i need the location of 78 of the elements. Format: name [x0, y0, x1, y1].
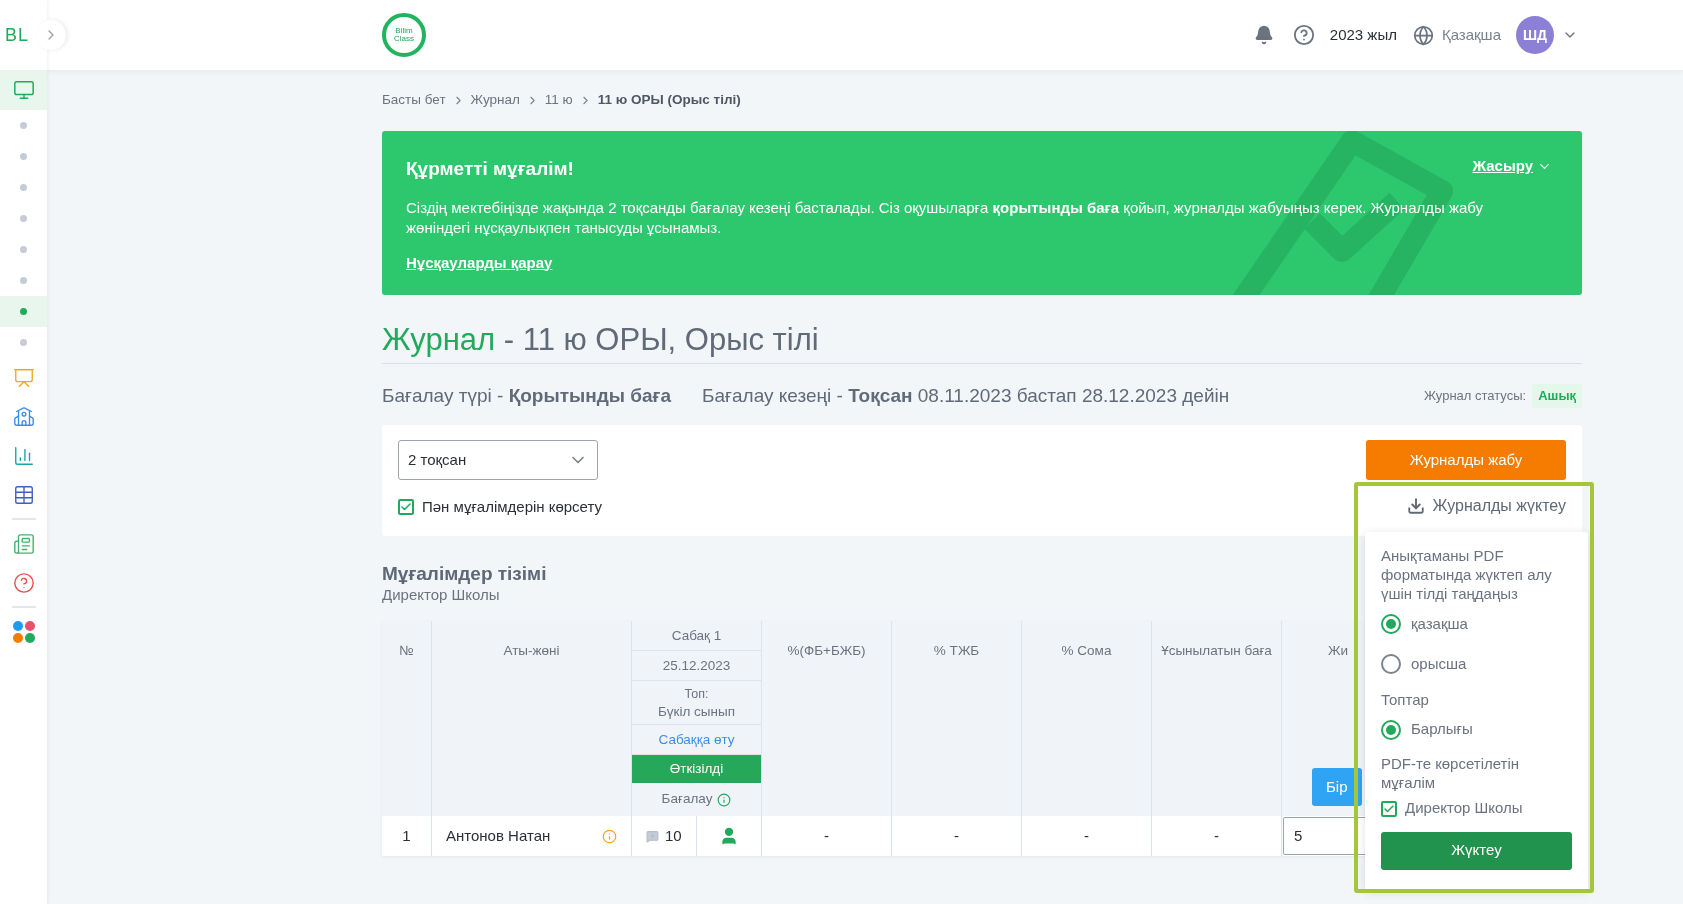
newspaper-icon: [12, 532, 35, 555]
lesson-title: Сабақ 1: [632, 621, 761, 651]
download-journal-button[interactable]: Журналды жүктеу: [1406, 494, 1566, 518]
lesson-date: 25.12.2023: [632, 651, 761, 681]
column-header: №: [399, 642, 414, 660]
assessment-type: Бағалау түрі - Қорытынды баға: [382, 383, 672, 408]
column-header: % Сома: [1061, 642, 1112, 660]
status-badge: Ашық: [1532, 384, 1582, 408]
table-cell-text: -: [1214, 825, 1219, 846]
presentation-icon: [12, 366, 35, 389]
apply-button[interactable]: Бір: [1312, 768, 1362, 806]
option-label: орысша: [1411, 653, 1467, 674]
year-selector[interactable]: 2023 жыл: [1329, 23, 1397, 47]
table-cell-text: 1: [402, 825, 411, 846]
table-cell-text: -: [954, 825, 959, 846]
banner-text: Сіздің мектебіңізде жақында 2 тоқсанды бағалау кезеңі басталады. Сіз оқушыларға қорытынды баға қойып, журналды жабуыңыз керек. Журналды жабу жөніндегі нұсқаулықпен танысуды ұсынамыз.: [406, 197, 1485, 238]
option-label: Барлығы: [1411, 719, 1473, 740]
info-icon[interactable]: [717, 792, 732, 807]
column-header: Ұсынылатын баға: [1161, 642, 1272, 660]
groups-label: Топтар: [1381, 690, 1430, 710]
column-header: %(ФБ+БЖБ): [787, 642, 866, 660]
popup-prompt: Анықтаманы PDF форматында жүктеп алу үшін тілді таңдаңыз: [1381, 546, 1553, 603]
banner-title: Құрметті мұғалім!: [406, 157, 575, 181]
column-header: % ТЖБ: [933, 642, 980, 660]
section-subtitle: Директор Школы: [382, 585, 500, 605]
expand-button[interactable]: [36, 20, 66, 50]
language-option[interactable]: орысша: [1381, 645, 1572, 683]
globe-icon[interactable]: [1412, 24, 1434, 46]
monitor-icon: [12, 79, 35, 101]
close-journal-button[interactable]: Журналды жабу: [1366, 440, 1566, 480]
option-label: Директор Школы: [1405, 798, 1523, 819]
school-icon: [12, 405, 35, 428]
radio-button[interactable]: [1381, 614, 1401, 634]
bar-chart-icon: [12, 444, 35, 467]
info-icon[interactable]: [602, 828, 617, 844]
bell-icon[interactable]: [1253, 25, 1274, 45]
download-icon: [1406, 497, 1425, 515]
user-avatar[interactable]: ШД: [1516, 16, 1554, 54]
language-selector[interactable]: Қазақша: [1441, 23, 1501, 47]
checkbox-label: Пән мұғалімдерін көрсету: [422, 497, 602, 517]
period-select[interactable]: 2 тоқсан: [398, 440, 598, 480]
language-option[interactable]: қазақша: [1381, 605, 1572, 643]
assessment-period: Бағалау кезеңі - Тоқсан 08.11.2023 бастап 28.12.2023 дейін: [702, 383, 1231, 408]
app-logo[interactable]: Bilim Class: [382, 13, 426, 57]
apps-icon: [12, 620, 35, 643]
download-button[interactable]: Жүктеу: [1381, 831, 1572, 870]
status-label: Журнал статусы:: [1423, 387, 1527, 406]
grading-label: Бағалау: [661, 790, 713, 809]
column-header: Жи: [1328, 642, 1348, 660]
sidebar-item[interactable]: [0, 296, 47, 327]
breadcrumb[interactable]: 11 ю: [544, 89, 573, 111]
table-cell-text: -: [824, 825, 829, 846]
student-name: Антонов Натан: [446, 825, 552, 846]
teacher-label: PDF-те көрсетілетін мұғалім: [1381, 753, 1521, 792]
radio-button[interactable]: [1381, 654, 1401, 674]
comment-icon[interactable]: [645, 829, 659, 843]
option-label: қазақша: [1411, 613, 1468, 634]
lesson-status: Өткізілді: [632, 755, 761, 783]
sidebar-item[interactable]: [0, 70, 47, 110]
group-name: Бүкіл сынып: [656, 702, 737, 720]
checkbox[interactable]: [1381, 800, 1397, 817]
section-title: Мұғалімдер тізімі: [382, 563, 547, 585]
group-label: Топ:: [683, 685, 710, 703]
page-title: Журнал - 11 ю ОРЫ, Орыс тілі: [382, 321, 1582, 364]
table-cell-text: 10: [664, 825, 682, 846]
column-header: Аты-жөні: [503, 642, 560, 660]
table-cell-text: -: [1084, 825, 1089, 846]
checkbox[interactable]: [398, 499, 414, 516]
breadcrumb[interactable]: Басты бет: [382, 89, 446, 111]
table-icon: [12, 483, 35, 506]
radio-button[interactable]: [1381, 719, 1401, 740]
check-icon: [1383, 802, 1395, 815]
help-icon[interactable]: [1292, 24, 1315, 46]
help-icon: [12, 571, 35, 594]
group-option[interactable]: Барлығы: [1381, 711, 1572, 748]
breadcrumb: 11 ю ОРЫ (Орыс тілі): [597, 90, 741, 109]
breadcrumb[interactable]: Журнал: [470, 89, 520, 111]
brand-logo[interactable]: BL: [5, 21, 29, 49]
